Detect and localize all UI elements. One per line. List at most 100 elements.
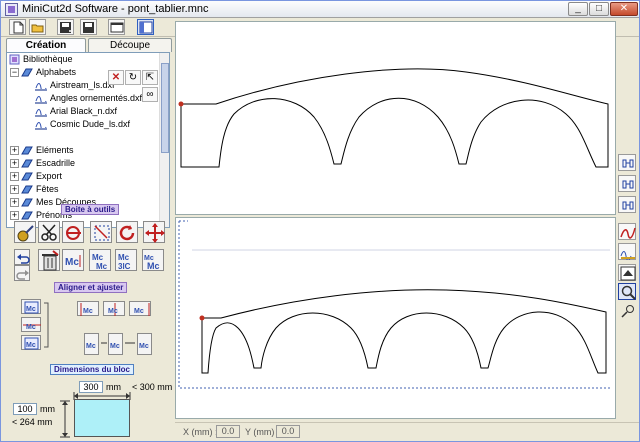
select-box-button[interactable]: [90, 221, 112, 243]
window-button[interactable]: [108, 19, 125, 35]
svg-text:Mc: Mc: [134, 308, 144, 315]
dash-icon: [125, 342, 135, 344]
rotate-button[interactable]: [116, 221, 138, 243]
delete-button[interactable]: ✕: [108, 70, 124, 85]
path-order-button[interactable]: [618, 243, 636, 260]
align-bottom-icon: Mc: [24, 337, 39, 350]
height-input[interactable]: 100: [13, 403, 37, 415]
work-canvas[interactable]: [175, 217, 616, 419]
close-button[interactable]: ✕: [610, 2, 638, 16]
height-max: < 264 mm: [12, 417, 53, 427]
svg-text:Mc: Mc: [26, 306, 36, 313]
rotate-icon: [119, 225, 135, 241]
zoom-cursor-icon[interactable]: [620, 304, 636, 318]
expander-alphabets[interactable]: −: [10, 68, 19, 77]
tree-root[interactable]: Bibliothèque: [9, 53, 73, 66]
expander-fetes[interactable]: +: [10, 185, 19, 194]
save-as-button[interactable]: [57, 19, 74, 35]
move-icon: [145, 223, 165, 243]
chain-link-button-2[interactable]: [618, 175, 636, 192]
tree-file-arial[interactable]: Arial Black_n.dxf: [35, 105, 117, 118]
title-bar: MiniCut2d Software - pont_tablier.mnc _ …: [1, 1, 639, 18]
tree-file-cosmic[interactable]: Cosmic Dude_ls.dxf: [35, 118, 130, 131]
window-title: MiniCut2d Software - pont_tablier.mnc: [22, 3, 209, 15]
tree-scrollbar[interactable]: [159, 53, 169, 227]
width-unit: mm: [106, 382, 121, 392]
svg-text:3lC: 3lC: [118, 262, 131, 271]
tree-file-angles[interactable]: Angles ornementés.dxf: [35, 92, 142, 105]
tree-item-label: Angles ornementés.dxf: [50, 93, 143, 103]
expander-mes-decoupes[interactable]: +: [10, 198, 19, 207]
align-middle-button[interactable]: Mc: [21, 317, 41, 332]
distribute-right-button[interactable]: Mc: [137, 333, 152, 355]
tree-item-escadrille[interactable]: Escadrille: [21, 157, 75, 170]
align-center-icon: Mc: [108, 303, 118, 316]
folder-book-icon: [21, 198, 33, 207]
align-top-icon: Mc: [24, 301, 39, 314]
measure-button[interactable]: [14, 221, 36, 243]
align-bottom-button[interactable]: Mc: [21, 335, 41, 350]
expander-escadrille[interactable]: +: [10, 159, 19, 168]
folder-book-icon: [21, 159, 33, 168]
height-unit: mm: [40, 404, 55, 414]
scissors-button[interactable]: [38, 221, 60, 243]
dash-icon: [101, 342, 107, 344]
undo-button[interactable]: [14, 249, 30, 265]
save-button[interactable]: [80, 19, 97, 35]
tree-item-fetes[interactable]: Fêtes: [21, 183, 59, 196]
move-button[interactable]: [143, 221, 165, 243]
tree-item-elements[interactable]: Eléments: [21, 144, 74, 157]
text-scale-button[interactable]: Mc Mc: [142, 249, 164, 271]
fit-view-button[interactable]: [618, 264, 636, 281]
refresh-button[interactable]: ↻: [125, 70, 141, 85]
cut-point-button[interactable]: [62, 221, 84, 243]
expander-elements[interactable]: +: [10, 146, 19, 155]
binoculars-button[interactable]: ∞: [142, 87, 158, 102]
align-center-button[interactable]: Mc: [103, 301, 125, 316]
maximize-button[interactable]: □: [589, 2, 609, 16]
trash-button[interactable]: [38, 249, 60, 271]
text-scale-icon: McMc: [144, 255, 160, 271]
open-folder-button[interactable]: [29, 19, 46, 35]
minimize-button[interactable]: _: [568, 2, 588, 16]
svg-text:Mc: Mc: [26, 342, 36, 349]
window-icon: [110, 22, 124, 33]
y-coord-field: 0.0: [276, 425, 300, 438]
redo-button[interactable]: [14, 265, 30, 281]
source-canvas[interactable]: [175, 21, 616, 215]
scroll-thumb[interactable]: [161, 63, 169, 153]
tab-creation[interactable]: Création: [6, 38, 86, 53]
svg-text:Mc: Mc: [26, 324, 36, 331]
zoom-button[interactable]: [618, 283, 636, 300]
svg-text:Mc: Mc: [86, 343, 96, 350]
chain-link-button-3[interactable]: [618, 196, 636, 213]
distribute-center-button[interactable]: Mc: [108, 333, 123, 355]
svg-text:Mc: Mc: [108, 308, 118, 315]
tab-decoupe[interactable]: Découpe: [88, 38, 172, 52]
dxf-file-icon: [35, 83, 47, 92]
expander-export[interactable]: +: [10, 172, 19, 181]
scissors-icon: [41, 224, 57, 241]
layout-button[interactable]: [137, 19, 154, 35]
tree-item-export[interactable]: Export: [21, 170, 62, 183]
align-left-button[interactable]: Mc: [77, 301, 99, 316]
align-top-button[interactable]: Mc: [21, 299, 41, 314]
tree-item-label: Export: [36, 171, 63, 181]
measure-icon: [17, 225, 34, 242]
tree-item-alphabets[interactable]: Alphabets: [21, 66, 76, 79]
tree-file-airstream[interactable]: Airstream_ls.dxf: [35, 79, 115, 92]
expander-prenoms[interactable]: +: [10, 211, 19, 220]
svg-text:Mc: Mc: [118, 253, 130, 262]
align-right-button[interactable]: Mc: [129, 301, 151, 316]
text-flip-button[interactable]: Mc 3lC: [115, 249, 137, 271]
distribute-center-icon: Mc: [110, 343, 120, 350]
insert-button[interactable]: ⇱: [142, 70, 158, 85]
new-file-button[interactable]: [9, 19, 26, 35]
text-mirror-button[interactable]: Mc: [62, 249, 84, 271]
text-stack-button[interactable]: Mc Mc: [89, 249, 111, 271]
chain-link-button-1[interactable]: [618, 154, 636, 171]
curve-button[interactable]: [618, 223, 636, 240]
library-tree: Bibliothèque − Alphabets Airstream_ls.dx…: [6, 52, 170, 228]
distribute-left-button[interactable]: Mc: [84, 333, 99, 355]
svg-text:Mc: Mc: [139, 343, 149, 350]
